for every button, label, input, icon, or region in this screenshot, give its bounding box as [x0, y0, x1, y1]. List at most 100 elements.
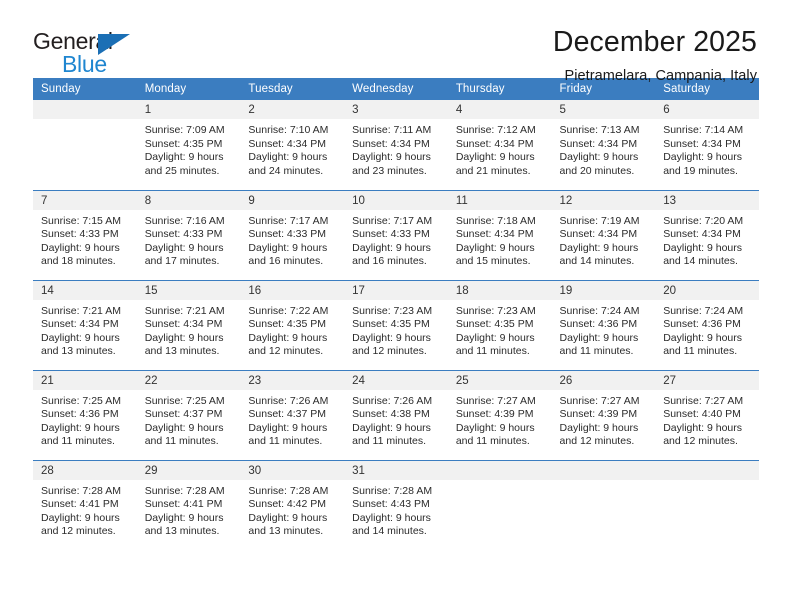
calendar-day-cell[interactable]: 26 Sunrise: 7:27 AM Sunset: 4:39 PM Dayligh… [551, 369, 656, 460]
daylight-duration-line1: Daylight: 9 hours [559, 331, 639, 344]
day-number: 18 [447, 280, 552, 300]
day-number: 22 [136, 370, 241, 390]
calendar-wrapper: Sunday Monday Tuesday Wednesday Thursday… [0, 78, 792, 550]
daylight-duration-line2: and 11 minutes. [663, 345, 738, 358]
sunrise-time: Sunrise: 7:22 AM [248, 304, 329, 317]
daylight-duration-line2: and 12 minutes. [41, 525, 116, 538]
daylight-duration-line1: Daylight: 9 hours [352, 151, 431, 164]
calendar-day-cell[interactable]: 12 Sunrise: 7:19 AM Sunset: 4:34 PM Dayligh… [551, 189, 656, 280]
sunset-time: Sunset: 4:37 PM [248, 408, 327, 421]
calendar-day-cell[interactable]: 27 Sunrise: 7:27 AM Sunset: 4:40 PM Dayligh… [655, 369, 759, 460]
calendar-day-cell[interactable]: 1 Sunrise: 7:09 AM Sunset: 4:35 PM Daylight… [136, 100, 241, 190]
calendar-day-cell[interactable]: 15 Sunrise: 7:21 AM Sunset: 4:34 PM Dayligh… [136, 279, 241, 370]
daylight-duration-line1: Daylight: 9 hours [41, 511, 120, 524]
day-details: Sunrise: 7:13 AM Sunset: 4:34 PM Daylight:… [552, 119, 656, 178]
daylight-duration-line1: Daylight: 9 hours [41, 421, 120, 434]
weekday-header-tuesday: Tuesday [240, 78, 345, 100]
sunrise-time: Sunrise: 7:24 AM [663, 304, 744, 317]
calendar-day-cell[interactable]: 8 Sunrise: 7:16 AM Sunset: 4:33 PM Daylight… [136, 189, 241, 280]
calendar-day-cell[interactable]: 17 Sunrise: 7:23 AM Sunset: 4:35 PM Dayligh… [344, 279, 448, 370]
calendar-cell-empty [447, 459, 552, 550]
calendar-day-cell[interactable]: 2 Sunrise: 7:10 AM Sunset: 4:34 PM Daylight… [240, 100, 345, 190]
calendar-day-cell[interactable]: 4 Sunrise: 7:12 AM Sunset: 4:34 PM Daylight… [447, 100, 552, 190]
sunrise-time: Sunrise: 7:17 AM [352, 214, 433, 227]
calendar-day-cell[interactable]: 24 Sunrise: 7:26 AM Sunset: 4:38 PM Dayligh… [344, 369, 448, 460]
daylight-duration-line1: Daylight: 9 hours [559, 241, 639, 254]
day-number: 4 [447, 100, 552, 119]
calendar-day-cell[interactable]: 19 Sunrise: 7:24 AM Sunset: 4:36 PM Dayligh… [551, 279, 656, 370]
daylight-duration-line2: and 11 minutes. [455, 345, 530, 358]
day-number: 26 [551, 370, 656, 390]
daylight-duration-line2: and 24 minutes. [248, 164, 324, 177]
day-details: Sunrise: 7:27 AM Sunset: 4:40 PM Daylight:… [655, 390, 759, 449]
calendar-day-cell[interactable]: 22 Sunrise: 7:25 AM Sunset: 4:37 PM Dayligh… [136, 369, 241, 460]
calendar-day-cell[interactable]: 9 Sunrise: 7:17 AM Sunset: 4:33 PM Daylight… [240, 189, 345, 280]
daylight-duration-line1: Daylight: 9 hours [41, 331, 120, 344]
calendar-day-cell[interactable]: 28 Sunrise: 7:28 AM Sunset: 4:41 PM Dayligh… [33, 459, 137, 550]
calendar-day-cell[interactable]: 21 Sunrise: 7:25 AM Sunset: 4:36 PM Dayligh… [33, 369, 137, 460]
day-number: 11 [447, 190, 552, 210]
day-number [33, 100, 137, 119]
calendar-day-cell[interactable]: 10 Sunrise: 7:17 AM Sunset: 4:33 PM Dayligh… [344, 189, 448, 280]
sunrise-time: Sunrise: 7:11 AM [352, 124, 432, 136]
daylight-duration-line2: and 15 minutes. [455, 255, 531, 268]
calendar-day-cell[interactable]: 11 Sunrise: 7:18 AM Sunset: 4:34 PM Dayligh… [447, 189, 552, 280]
day-number: 19 [551, 280, 656, 300]
day-details: Sunrise: 7:17 AM Sunset: 4:33 PM Daylight:… [240, 210, 344, 269]
sunset-time: Sunset: 4:34 PM [248, 137, 327, 150]
daylight-duration-line2: and 11 minutes. [41, 435, 115, 448]
calendar-day-cell[interactable]: 3 Sunrise: 7:11 AM Sunset: 4:34 PM Daylight… [344, 100, 448, 190]
sunset-time: Sunset: 4:41 PM [41, 498, 119, 511]
daylight-duration-line1: Daylight: 9 hours [455, 151, 535, 164]
sunset-time: Sunset: 4:33 PM [144, 228, 223, 241]
day-number: 16 [240, 280, 345, 300]
day-details: Sunrise: 7:15 AM Sunset: 4:33 PM Daylight:… [33, 210, 137, 269]
daylight-duration-line2: and 25 minutes. [144, 164, 220, 177]
calendar-day-cell[interactable]: 29 Sunrise: 7:28 AM Sunset: 4:41 PM Dayligh… [136, 459, 241, 550]
calendar-day-cell[interactable]: 5 Sunrise: 7:13 AM Sunset: 4:34 PM Daylight… [551, 100, 656, 190]
sunrise-time: Sunrise: 7:09 AM [144, 124, 225, 136]
calendar-day-cell[interactable]: 30 Sunrise: 7:28 AM Sunset: 4:42 PM Dayligh… [240, 459, 345, 550]
daylight-duration-line2: and 13 minutes. [248, 525, 324, 538]
calendar-page: General Blue December 2025 Pietramelara,… [0, 0, 792, 612]
calendar-day-cell[interactable]: 16 Sunrise: 7:22 AM Sunset: 4:35 PM Dayligh… [240, 279, 345, 370]
page-header: General Blue December 2025 Pietramelara,… [0, 0, 792, 84]
day-number: 8 [136, 190, 241, 210]
day-number: 7 [33, 190, 137, 210]
day-details: Sunrise: 7:20 AM Sunset: 4:34 PM Daylight:… [655, 210, 759, 269]
day-details: Sunrise: 7:09 AM Sunset: 4:35 PM Daylight:… [137, 119, 241, 178]
calendar-day-cell[interactable]: 23 Sunrise: 7:26 AM Sunset: 4:37 PM Dayligh… [240, 369, 345, 460]
daylight-duration-line2: and 11 minutes. [144, 435, 219, 448]
day-number [655, 460, 759, 480]
day-details: Sunrise: 7:22 AM Sunset: 4:35 PM Daylight:… [240, 300, 344, 359]
day-number: 30 [240, 460, 345, 480]
daylight-duration-line1: Daylight: 9 hours [144, 511, 224, 524]
day-details: Sunrise: 7:28 AM Sunset: 4:41 PM Daylight:… [137, 480, 241, 539]
logo-text-blue: Blue [62, 51, 107, 77]
calendar-day-cell[interactable]: 14 Sunrise: 7:21 AM Sunset: 4:34 PM Dayligh… [33, 279, 137, 370]
calendar-day-cell[interactable]: 13 Sunrise: 7:20 AM Sunset: 4:34 PM Dayligh… [655, 189, 759, 280]
calendar-day-cell[interactable]: 25 Sunrise: 7:27 AM Sunset: 4:39 PM Dayligh… [447, 369, 552, 460]
sunrise-time: Sunrise: 7:28 AM [144, 484, 225, 497]
calendar-day-cell[interactable]: 31 Sunrise: 7:28 AM Sunset: 4:43 PM Dayligh… [344, 459, 448, 550]
day-details: Sunrise: 7:12 AM Sunset: 4:34 PM Daylight:… [448, 119, 552, 178]
day-details: Sunrise: 7:19 AM Sunset: 4:34 PM Daylight:… [552, 210, 656, 269]
day-details: Sunrise: 7:21 AM Sunset: 4:34 PM Daylight:… [137, 300, 241, 359]
day-number: 13 [655, 190, 759, 210]
sunset-time: Sunset: 4:34 PM [663, 137, 741, 150]
calendar-day-cell[interactable]: 20 Sunrise: 7:24 AM Sunset: 4:36 PM Dayligh… [655, 279, 759, 370]
calendar-week-row: 21 Sunrise: 7:25 AM Sunset: 4:36 PM Dayligh… [33, 369, 759, 460]
sunset-time: Sunset: 4:40 PM [663, 408, 741, 421]
calendar-table: Sunday Monday Tuesday Wednesday Thursday… [33, 78, 759, 550]
day-details: Sunrise: 7:28 AM Sunset: 4:43 PM Daylight:… [344, 480, 448, 539]
sunrise-time: Sunrise: 7:13 AM [559, 124, 640, 136]
general-blue-logo[interactable]: General Blue [33, 26, 141, 77]
daylight-duration-line2: and 11 minutes. [248, 435, 323, 448]
sunset-time: Sunset: 4:34 PM [455, 228, 534, 241]
calendar-day-cell[interactable]: 18 Sunrise: 7:23 AM Sunset: 4:35 PM Dayligh… [447, 279, 552, 370]
daylight-duration-line2: and 12 minutes. [663, 435, 738, 448]
sunrise-time: Sunrise: 7:24 AM [559, 304, 640, 317]
calendar-day-cell[interactable]: 7 Sunrise: 7:15 AM Sunset: 4:33 PM Daylight… [33, 189, 137, 280]
daylight-duration-line2: and 14 minutes. [352, 525, 427, 538]
calendar-day-cell[interactable]: 6 Sunrise: 7:14 AM Sunset: 4:34 PM Daylight… [655, 100, 759, 190]
